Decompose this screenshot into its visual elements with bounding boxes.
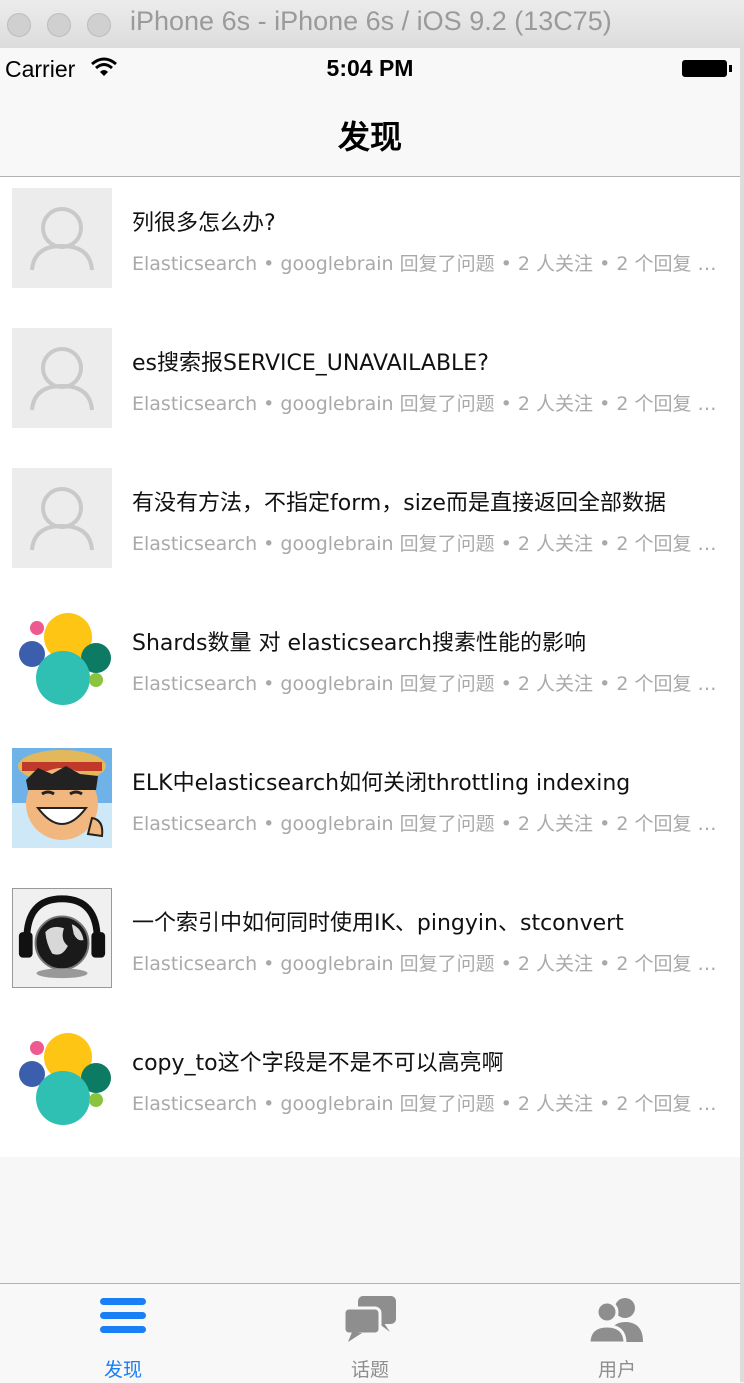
placeholder-avatar[interactable] bbox=[12, 468, 112, 568]
user-silhouette-icon bbox=[30, 487, 94, 551]
tab-label: 话题 bbox=[350, 1359, 389, 1381]
globe-headphones-avatar[interactable] bbox=[12, 888, 112, 988]
list-item[interactable]: Shards数量 对 elasticsearch搜素性能的影响 Elastics… bbox=[0, 597, 740, 737]
question-title[interactable]: ELK中elasticsearch如何关闭throttling indexing bbox=[132, 765, 722, 797]
elastic-logo[interactable] bbox=[12, 1028, 112, 1128]
phone-screen: Carrier 5:04 PM 发现 列很多怎么办? Elasticsearch… bbox=[0, 48, 740, 1383]
list-item[interactable]: 一个索引中如何同时使用IK、pingyin、stconvert Elastics… bbox=[0, 877, 740, 1017]
chat-bubbles-icon bbox=[344, 1296, 396, 1342]
list-item[interactable]: es搜索报SERVICE_UNAVAILABLE? Elasticsearch … bbox=[0, 317, 740, 457]
question-title[interactable]: 一个索引中如何同时使用IK、pingyin、stconvert bbox=[132, 905, 722, 937]
question-meta: Elasticsearch • googlebrain 回复了问题 • 2 人关… bbox=[132, 533, 719, 555]
list-item[interactable]: 有没有方法，不指定form，size而是直接返回全部数据 Elasticsear… bbox=[0, 457, 740, 597]
page-title: 发现 bbox=[337, 118, 402, 156]
elastic-logo-icon bbox=[19, 1033, 111, 1125]
tab-label: 发现 bbox=[103, 1359, 142, 1381]
question-title[interactable]: 列很多怎么办? bbox=[132, 205, 722, 237]
window-edge bbox=[740, 48, 744, 1382]
tab-users[interactable]: 用户 bbox=[494, 1284, 740, 1383]
users-icon bbox=[589, 1298, 643, 1344]
discover-feed[interactable]: 列很多怎么办? Elasticsearch • googlebrain 回复了问… bbox=[0, 177, 740, 1157]
elastic-logo[interactable] bbox=[12, 608, 112, 708]
status-bar: Carrier 5:04 PM bbox=[0, 48, 740, 88]
tab-discover[interactable]: 发现 bbox=[0, 1284, 246, 1383]
question-title[interactable]: es搜索报SERVICE_UNAVAILABLE? bbox=[132, 345, 722, 377]
navigation-bar: 发现 bbox=[0, 88, 740, 177]
question-meta: Elasticsearch • googlebrain 回复了问题 • 2 人关… bbox=[132, 1093, 719, 1115]
placeholder-avatar[interactable] bbox=[12, 328, 112, 428]
list-item[interactable]: copy_to这个字段是不是不可以高亮啊 Elasticsearch • goo… bbox=[0, 1017, 740, 1157]
tab-bar: 发现 话题 用户 bbox=[0, 1283, 740, 1383]
question-meta: Elasticsearch • googlebrain 回复了问题 • 2 人关… bbox=[132, 673, 719, 695]
window-title: iPhone 6s - iPhone 6s / iOS 9.2 (13C75) bbox=[130, 6, 612, 36]
tab-label: 用户 bbox=[597, 1359, 636, 1381]
question-meta: Elasticsearch • googlebrain 回复了问题 • 2 人关… bbox=[132, 953, 719, 975]
list-item[interactable]: 列很多怎么办? Elasticsearch • googlebrain 回复了问… bbox=[0, 177, 740, 317]
question-meta: Elasticsearch • googlebrain 回复了问题 • 2 人关… bbox=[132, 813, 719, 835]
elastic-logo-icon bbox=[19, 613, 111, 705]
globe-headphones-image bbox=[13, 889, 111, 987]
close-window-button[interactable] bbox=[7, 13, 31, 37]
question-title[interactable]: 有没有方法，不指定form，size而是直接返回全部数据 bbox=[132, 485, 722, 517]
list-icon bbox=[100, 1298, 146, 1333]
question-meta: Elasticsearch • googlebrain 回复了问题 • 2 人关… bbox=[132, 253, 719, 275]
zoom-window-button[interactable] bbox=[87, 13, 111, 37]
cartoon-avatar[interactable] bbox=[12, 748, 112, 848]
simulator-titlebar: iPhone 6s - iPhone 6s / iOS 9.2 (13C75) bbox=[0, 0, 744, 49]
question-meta: Elasticsearch • googlebrain 回复了问题 • 2 人关… bbox=[132, 393, 719, 415]
user-silhouette-icon bbox=[30, 347, 94, 411]
cartoon-face-image bbox=[12, 748, 112, 848]
placeholder-avatar[interactable] bbox=[12, 188, 112, 288]
clock: 5:04 PM bbox=[326, 55, 414, 81]
question-title[interactable]: Shards数量 对 elasticsearch搜素性能的影响 bbox=[132, 625, 722, 657]
tab-topics[interactable]: 话题 bbox=[247, 1284, 493, 1383]
question-title[interactable]: copy_to这个字段是不是不可以高亮啊 bbox=[132, 1045, 722, 1077]
battery-icon bbox=[682, 60, 727, 77]
battery-tip bbox=[729, 65, 732, 72]
user-silhouette-icon bbox=[30, 207, 94, 271]
list-item[interactable]: ELK中elasticsearch如何关闭throttling indexing… bbox=[0, 737, 740, 877]
minimize-window-button[interactable] bbox=[47, 13, 71, 37]
